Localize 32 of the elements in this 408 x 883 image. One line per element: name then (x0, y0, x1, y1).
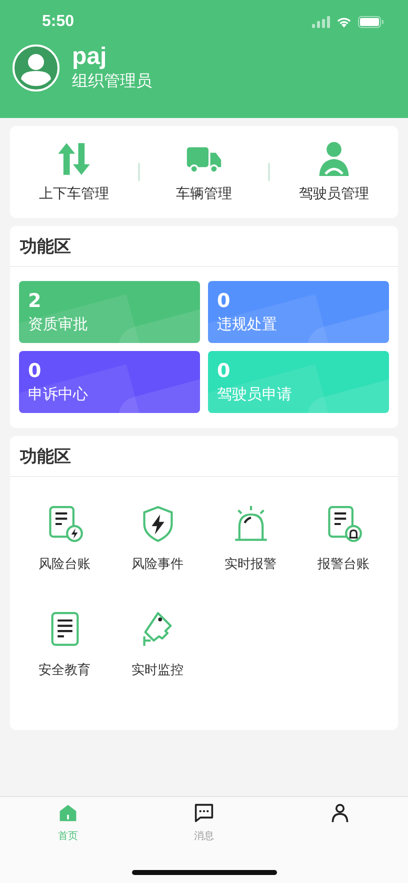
tile-label: 申诉中心 (28, 384, 89, 405)
tile-count: 0 (28, 359, 42, 383)
tile-label: 资质审批 (28, 314, 89, 335)
battery-icon (358, 16, 384, 28)
up-down-arrows-icon (56, 141, 92, 177)
tile-label: 违规处置 (217, 314, 278, 335)
signal-icon (312, 16, 330, 28)
function-item[interactable]: 实时监控 (111, 611, 204, 679)
tile-count: 0 (217, 359, 232, 383)
tile-count: 0 (217, 289, 232, 313)
stat-tile[interactable]: 0 申诉中心 (19, 351, 200, 413)
user-role: 组织管理员 (72, 70, 152, 92)
function-item[interactable]: 风险事件 (111, 505, 204, 573)
function-item[interactable]: 报警台账 (297, 505, 390, 573)
function-item[interactable]: 风险台账 (18, 505, 111, 573)
function-item[interactable]: 安全教育 (18, 611, 111, 679)
person-icon (330, 803, 350, 823)
wifi-icon (336, 16, 352, 28)
home-icon (58, 803, 78, 823)
avatar-icon (12, 44, 60, 92)
message-icon (194, 803, 214, 823)
section-title: 功能区 (20, 236, 71, 258)
section-title: 功能区 (20, 446, 71, 468)
tile-label: 驾驶员申请 (217, 384, 293, 405)
quick-action[interactable]: 驾驶员管理 (270, 141, 398, 203)
user-name: paj (72, 44, 108, 70)
status-time: 5:50 (42, 13, 74, 31)
driver-icon (316, 141, 352, 177)
tile-count: 2 (28, 289, 42, 313)
function-item[interactable]: 实时报警 (204, 505, 297, 573)
quick-action[interactable]: 上下车管理 (10, 141, 138, 203)
quick-action[interactable]: 车辆管理 (140, 141, 268, 203)
